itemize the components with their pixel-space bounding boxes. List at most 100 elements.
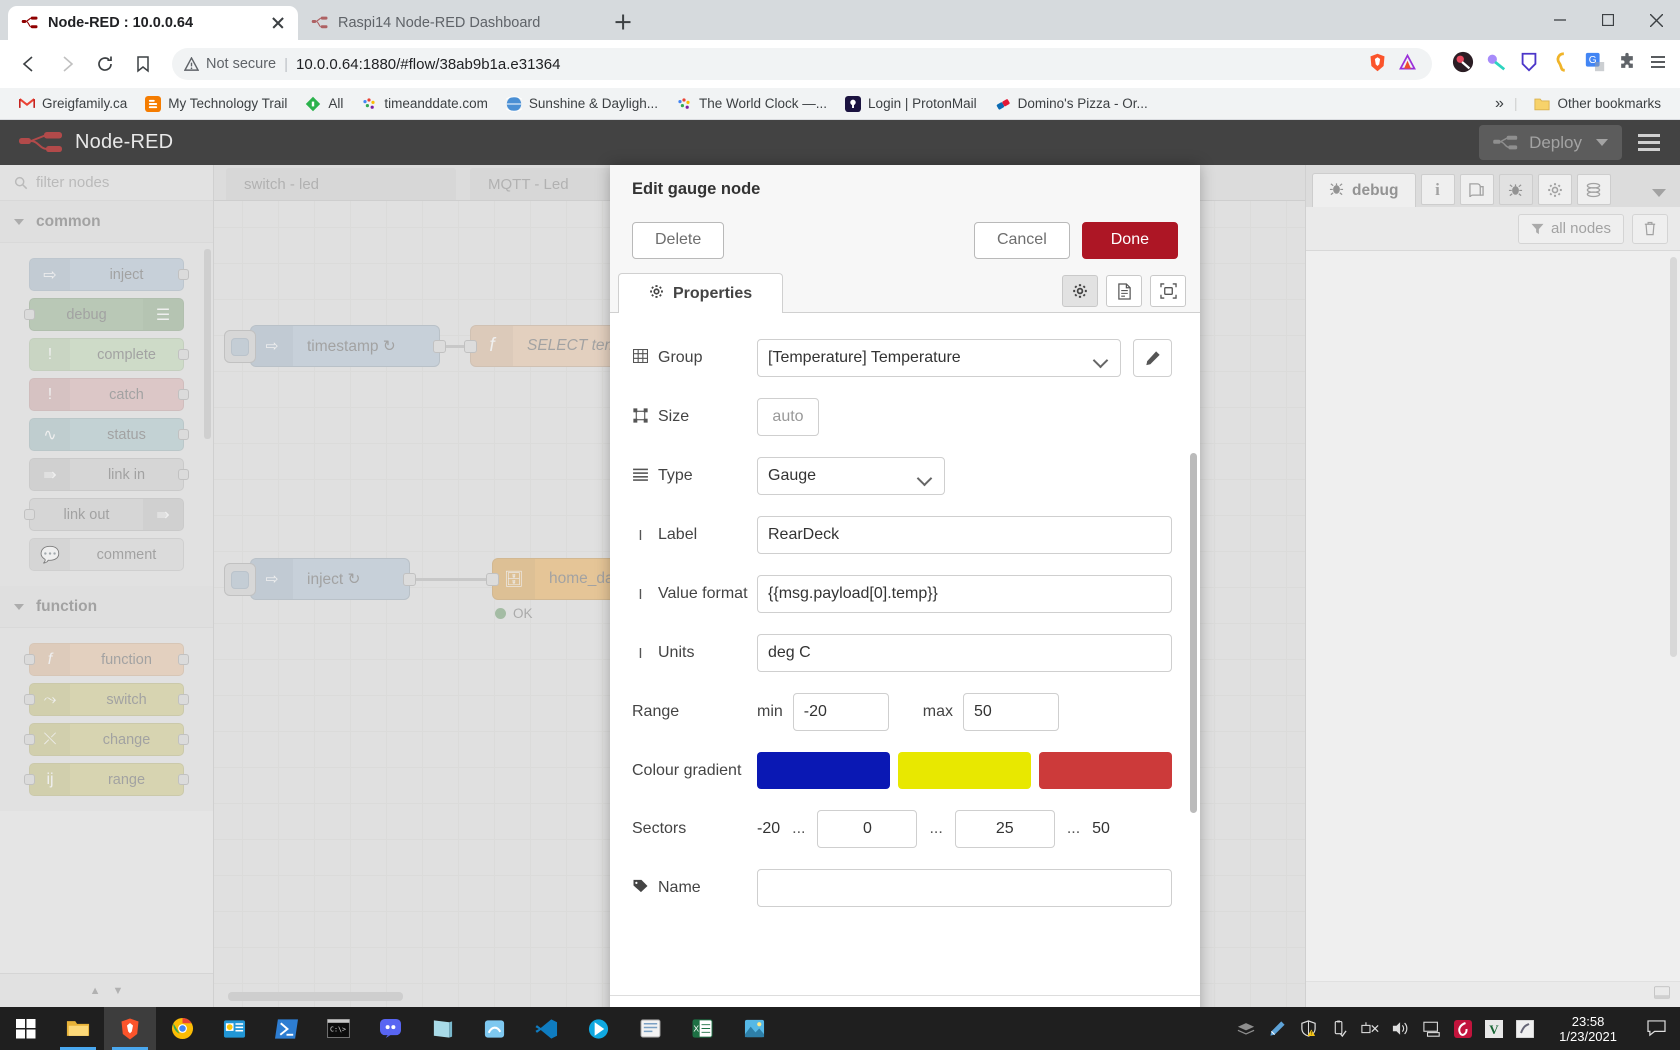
bookmark-manager-icon[interactable] — [126, 47, 160, 81]
label-input[interactable]: RearDeck — [757, 516, 1172, 554]
bookmark-label: timeanddate.com — [384, 96, 488, 111]
size-button[interactable]: auto — [757, 398, 819, 436]
kodi-icon[interactable] — [572, 1007, 624, 1050]
network-icon[interactable] — [1361, 1020, 1379, 1038]
value-format-input[interactable]: {{msg.payload[0].temp}} — [757, 575, 1172, 613]
notepad-icon[interactable] — [416, 1007, 468, 1050]
terminal-icon[interactable]: C:\> — [312, 1007, 364, 1050]
tab-strip: Node-RED : 10.0.0.64 Raspi14 Node-RED Da… — [0, 0, 1680, 40]
app-v-icon[interactable]: V — [1485, 1019, 1504, 1038]
main-menu-icon[interactable] — [1632, 126, 1666, 160]
appearance-icon[interactable] — [1150, 275, 1186, 307]
browser-window: Node-RED : 10.0.0.64 Raspi14 Node-RED Da… — [0, 0, 1680, 1007]
browser-menu-icon[interactable] — [1648, 52, 1668, 77]
extension-icon-2[interactable] — [1485, 51, 1507, 78]
browser-tab-active[interactable]: Node-RED : 10.0.0.64 — [8, 6, 298, 40]
type-select[interactable]: Gauge — [757, 457, 945, 495]
delete-button[interactable]: Delete — [632, 221, 725, 259]
bookmark-item[interactable]: timeanddate.com — [354, 92, 495, 116]
chrome-icon[interactable] — [156, 1007, 208, 1050]
maximize-button[interactable] — [1584, 0, 1632, 40]
dialog-scrollbar[interactable] — [1190, 453, 1197, 813]
deploy-button[interactable]: Deploy — [1479, 125, 1622, 160]
bookmarks-overflow-button[interactable]: » — [1495, 95, 1504, 113]
taskbar-clock[interactable]: 23:58 1/23/2021 — [1547, 1014, 1629, 1044]
name-input[interactable] — [757, 869, 1172, 907]
sector-b-input[interactable]: 25 — [954, 810, 1055, 848]
paint-icon[interactable] — [468, 1007, 520, 1050]
defender-icon[interactable]: ! — [1299, 1020, 1317, 1038]
node-red-logo-icon — [19, 131, 62, 152]
range-min-input[interactable]: -20 — [792, 693, 889, 731]
cancel-button[interactable]: Cancel — [973, 221, 1070, 259]
file-explorer-icon[interactable] — [52, 1007, 104, 1050]
gradient-swatch-high[interactable] — [1039, 752, 1172, 789]
extension-icon-1[interactable] — [1452, 51, 1474, 78]
layers-icon[interactable] — [1237, 1020, 1255, 1038]
dialog-form: Group [Temperature] Temperature Size aut… — [610, 313, 1200, 995]
back-icon[interactable] — [12, 47, 46, 81]
brave-icon[interactable] — [104, 1007, 156, 1050]
bookmark-item[interactable]: All — [298, 92, 350, 116]
brave-shields-icon[interactable] — [1367, 52, 1388, 77]
forward-icon[interactable] — [50, 47, 84, 81]
field-row-sectors: Sectors -20 ... 0 ... 25 ... 50 — [610, 810, 1200, 848]
range-max-input[interactable]: 50 — [963, 693, 1060, 731]
address-bar[interactable]: Not secure | 10.0.0.64:1880/#flow/38ab9b… — [172, 48, 1432, 80]
other-bookmarks-folder[interactable]: Other bookmarks — [1527, 92, 1668, 116]
minimize-button[interactable] — [1536, 0, 1584, 40]
bookmark-item[interactable]: My Technology Trail — [138, 92, 294, 116]
google-translate-icon[interactable]: G — [1584, 51, 1606, 78]
powershell-icon[interactable] — [260, 1007, 312, 1050]
tab-properties[interactable]: Properties — [618, 273, 784, 313]
bookmark-item[interactable]: The World Clock —... — [669, 92, 834, 116]
app-red-icon[interactable] — [1454, 1019, 1473, 1038]
office-icon[interactable] — [208, 1007, 260, 1050]
gradient-swatch-low[interactable] — [757, 752, 890, 789]
close-window-button[interactable] — [1632, 0, 1680, 40]
display-icon[interactable] — [1423, 1020, 1441, 1038]
volume-icon[interactable] — [1392, 1020, 1410, 1038]
bookmark-item[interactable]: Login | ProtonMail — [838, 92, 984, 116]
discord-icon[interactable] — [364, 1007, 416, 1050]
vscode-icon[interactable] — [520, 1007, 572, 1050]
chevron-down-icon[interactable] — [1596, 139, 1608, 146]
description-icon[interactable] — [1106, 275, 1142, 307]
reload-icon[interactable] — [88, 47, 122, 81]
bookmark-item[interactable]: Greigfamily.ca — [12, 92, 134, 116]
extensions-puzzle-icon[interactable] — [1617, 52, 1637, 77]
browser-toolbar: Not secure | 10.0.0.64:1880/#flow/38ab9b… — [0, 40, 1680, 88]
notification-icon[interactable] — [1642, 1007, 1670, 1050]
sector-a-input[interactable]: 0 — [817, 810, 918, 848]
bookmark-item[interactable]: Sunshine & Dayligh... — [499, 92, 665, 116]
edit-group-button[interactable] — [1133, 339, 1172, 377]
done-button[interactable]: Done — [1081, 221, 1178, 259]
start-icon[interactable] — [0, 1007, 52, 1050]
app-grey-icon[interactable] — [1516, 1019, 1535, 1038]
timeanddate-icon — [676, 96, 692, 112]
tab-title: Node-RED : 10.0.0.64 — [48, 15, 194, 31]
group-label-text: Group — [658, 349, 703, 366]
extension-icon-4[interactable] — [1551, 51, 1573, 78]
browser-tab-inactive[interactable]: Raspi14 Node-RED Dashboard — [298, 6, 598, 40]
gear-icon[interactable] — [1062, 275, 1098, 307]
usb-icon[interactable] — [1330, 1020, 1348, 1038]
gradient-swatch-mid[interactable] — [898, 752, 1031, 789]
units-input[interactable]: deg C — [757, 634, 1172, 672]
bookmark-item[interactable]: Domino's Pizza - Or... — [988, 92, 1155, 116]
notepadpp-icon[interactable] — [624, 1007, 676, 1050]
group-select[interactable]: [Temperature] Temperature — [757, 339, 1122, 377]
new-tab-button[interactable] — [608, 7, 638, 37]
gradient-field-label: Colour gradient — [632, 762, 757, 780]
protonmail-icon — [845, 95, 862, 112]
close-icon[interactable] — [269, 14, 287, 32]
pen-icon[interactable] — [1268, 1020, 1286, 1038]
extension-icon-3[interactable] — [1518, 51, 1540, 78]
type-field-label: Type — [632, 467, 757, 485]
photos-icon[interactable] — [728, 1007, 780, 1050]
range-max-value: 50 — [974, 703, 992, 720]
excel-icon[interactable]: X — [676, 1007, 728, 1050]
value-format-field-label: I Value format — [632, 585, 757, 603]
not-secure-indicator[interactable]: Not secure — [184, 56, 276, 72]
brave-rewards-icon[interactable] — [1397, 52, 1418, 77]
